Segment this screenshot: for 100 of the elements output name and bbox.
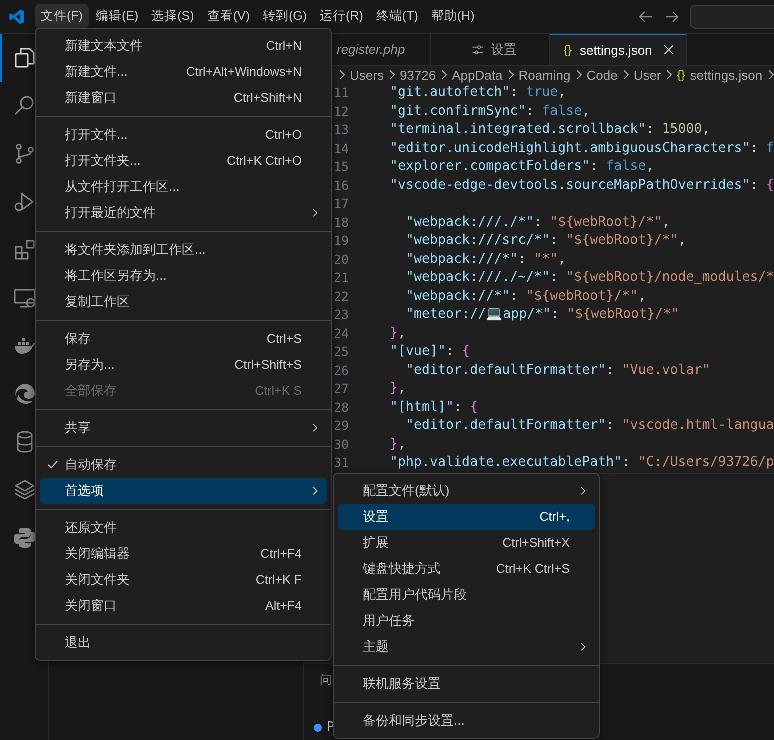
line-number: 30 <box>334 436 349 454</box>
menu-item[interactable]: 新建窗口 Ctrl+Shift+N <box>40 85 327 111</box>
menu-item[interactable]: 关闭文件夹 Ctrl+K F <box>40 567 327 593</box>
line-number: 12 <box>334 102 349 120</box>
braces-icon: {} <box>564 43 572 57</box>
breadcrumb-item[interactable]: Code <box>586 68 618 82</box>
menu-item[interactable]: 打开文件... Ctrl+O <box>40 122 327 148</box>
menu-item[interactable]: 自动保存 <box>40 452 327 478</box>
shortcut-text: Ctrl+Shift+S <box>234 358 302 372</box>
back-arrow-icon[interactable] <box>638 8 654 24</box>
line-number: 31 <box>334 454 349 472</box>
code-line: "webpack:///./~/*": "${webRoot}/node_modules/* <box>405 269 774 287</box>
shortcut-text: Ctrl+, <box>540 510 570 524</box>
code-line: "terminal.integrated.scrollback": 15000, <box>389 121 710 139</box>
menu-bar-item[interactable]: 运行(R) <box>314 4 370 29</box>
menu-item[interactable]: 设置 Ctrl+, <box>338 504 595 530</box>
menu-bar-item[interactable]: 选择(S) <box>146 4 200 29</box>
breadcrumb-item[interactable]: 93726 <box>400 68 436 82</box>
menu-item[interactable]: 备份和同步设置... <box>338 708 595 734</box>
menu-item[interactable]: 复制工作区 <box>40 289 327 315</box>
extensions-icon <box>13 238 37 262</box>
menu-bar-item[interactable]: 编辑(E) <box>90 4 145 29</box>
swirl-icon <box>13 382 37 406</box>
line-number: 13 <box>334 121 349 139</box>
shortcut-text: Ctrl+N <box>266 39 302 53</box>
menu-item[interactable]: 共享 <box>40 415 327 441</box>
menu-item[interactable]: 用户任务 <box>338 608 595 634</box>
menu-item[interactable]: 关闭窗口 Alt+F4 <box>40 593 327 619</box>
shortcut-text: Ctrl+K F <box>256 573 302 587</box>
menu-item[interactable]: 将工作区另存为... <box>40 263 327 289</box>
code-line: "webpack:///src/*": "${webRoot}/*", <box>405 232 686 250</box>
menu-item[interactable]: 另存为... Ctrl+Shift+S <box>40 352 327 378</box>
menu-bar-item[interactable]: 文件(F) <box>35 4 89 29</box>
menu-item[interactable]: 将文件夹添加到工作区... <box>40 237 327 263</box>
branch-icon <box>13 142 37 166</box>
menu-item[interactable]: 主题 <box>338 634 595 660</box>
shortcut-text: Ctrl+Alt+Windows+N <box>186 65 302 79</box>
menu-item[interactable]: 键盘快捷方式 Ctrl+K Ctrl+S <box>338 556 595 582</box>
menu-item[interactable]: 从文件打开工作区... <box>40 174 327 200</box>
code-line: "editor.unicodeHighlight.ambiguousCharacters": f <box>389 140 774 158</box>
menu-item[interactable]: 首选项 <box>40 478 327 504</box>
code-line: "[vue]": { <box>389 343 470 361</box>
menu-item[interactable]: 关闭编辑器 Ctrl+F4 <box>40 541 327 567</box>
menu-bar-item[interactable]: 终端(T) <box>370 4 424 29</box>
line-number: 23 <box>334 306 349 324</box>
code-line: "git.autofetch": true, <box>389 84 566 102</box>
menu-bar-item[interactable]: 查看(V) <box>201 4 256 29</box>
line-number: 25 <box>334 343 349 361</box>
code-line: "webpack:///*": "*", <box>405 250 566 268</box>
breadcrumb-item[interactable]: AppData <box>452 68 503 82</box>
menu-bar-item[interactable]: 转到(G) <box>256 4 314 29</box>
search-field[interactable] <box>690 4 774 28</box>
breadcrumb-item[interactable]: {} settings.json <box>677 68 763 82</box>
line-number: 24 <box>334 324 349 342</box>
line-number: 27 <box>334 380 349 398</box>
line-number: 19 <box>334 232 349 250</box>
breadcrumb-item[interactable]: User <box>634 68 662 82</box>
menu-item[interactable]: 还原文件 <box>40 515 327 541</box>
line-number: 20 <box>334 250 349 268</box>
sliders-icon <box>471 42 485 56</box>
line-number: 26 <box>334 362 349 380</box>
editor-tab[interactable]: {} settings.json <box>550 34 688 65</box>
shortcut-text: Ctrl+S <box>266 332 302 346</box>
layers-icon <box>13 478 37 502</box>
line-number: 11 <box>334 84 349 102</box>
menu-item[interactable]: 配置文件(默认) <box>338 478 595 504</box>
shortcut-text: Ctrl+K S <box>255 384 302 398</box>
menu-item[interactable]: 配置用户代码片段 <box>338 582 595 608</box>
panel-tab[interactable]: 问 <box>320 672 332 698</box>
code-line: "explorer.compactFolders": false, <box>389 158 654 176</box>
code-line: "editor.defaultFormatter": "Vue.volar" <box>405 362 710 380</box>
menu-item[interactable]: 保存 Ctrl+S <box>40 326 327 352</box>
line-number: 18 <box>334 214 349 232</box>
line-number: 16 <box>334 176 349 194</box>
line-number: 22 <box>334 288 349 306</box>
code-line: "webpack://*": "${webRoot}/*", <box>405 288 646 306</box>
line-number: 15 <box>334 158 349 176</box>
breadcrumb-item[interactable]: Users <box>350 68 384 82</box>
braces-icon: {} <box>677 68 686 82</box>
code-line: }, <box>389 380 406 398</box>
menu-bar-item[interactable]: 帮助(H) <box>425 4 481 29</box>
menu-item[interactable]: 联机服务设置 <box>338 671 595 697</box>
line-number: 21 <box>334 269 349 287</box>
close-icon[interactable] <box>662 43 676 57</box>
snakes-icon <box>13 526 37 550</box>
menu-item[interactable]: 扩展 Ctrl+Shift+X <box>338 530 595 556</box>
app-logo-icon <box>9 8 25 24</box>
line-number: 29 <box>334 417 349 435</box>
breadcrumb-item[interactable]: Roaming <box>518 68 571 82</box>
shortcut-text: Alt+F4 <box>266 599 302 613</box>
menu-item[interactable]: 打开文件夹... Ctrl+K Ctrl+O <box>40 148 327 174</box>
code-line: "vscode-edge-devtools.sourceMapPathOverrides": { <box>389 176 774 194</box>
menu-item[interactable]: 退出 <box>40 630 327 656</box>
code-line: "meteor://💻app/*": "${webRoot}/*" <box>405 306 680 324</box>
forward-arrow-icon[interactable] <box>664 8 680 24</box>
code-line: "git.confirmSync": false, <box>389 102 590 120</box>
line-number: 14 <box>334 140 349 158</box>
menu-item[interactable]: 打开最近的文件 <box>40 200 327 226</box>
shortcut-text: Ctrl+Shift+X <box>502 536 570 550</box>
code-line: "editor.defaultFormatter": "vscode.html-langua <box>405 417 774 435</box>
